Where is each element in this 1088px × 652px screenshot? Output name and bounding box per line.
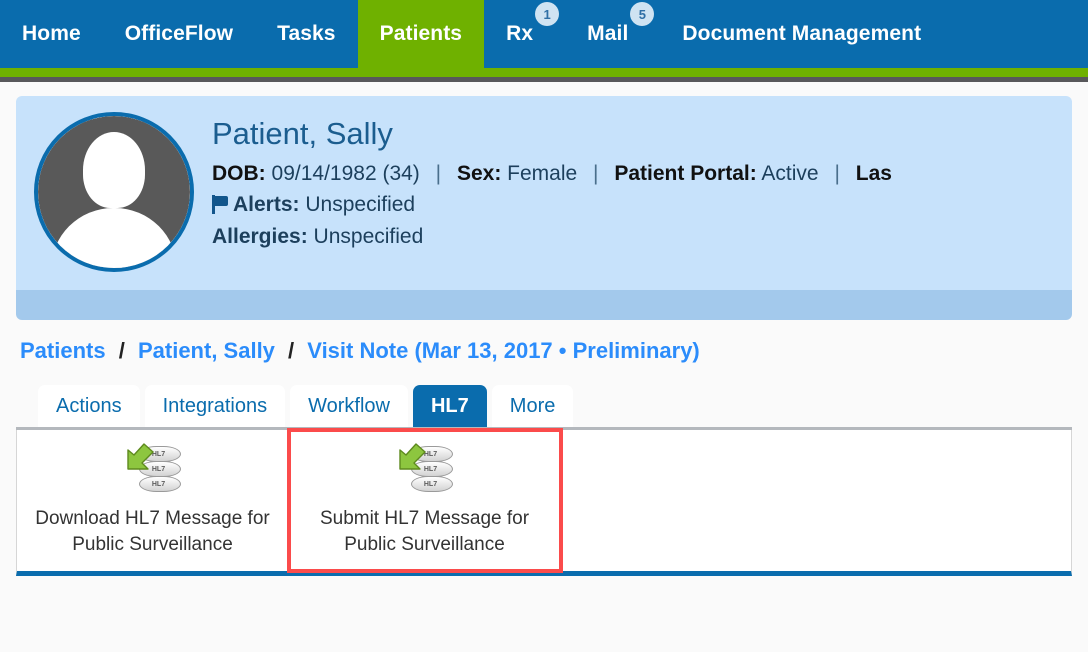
nav-shadow-strip [0,77,1088,82]
alerts-value: Unspecified [305,193,416,217]
nav-item-label: Document Management [682,22,922,45]
nav-item-document-management[interactable]: Document Management [660,0,943,68]
mail-badge-count: 5 [630,2,655,26]
hl7-icon-text: HL7 [151,481,166,488]
download-hl7-message-button[interactable]: HL7 HL7 HL7 Download HL7 Message for Pub… [17,430,289,571]
action-card-label: Submit HL7 Message for Public Surveillan… [319,508,530,555]
alerts-label: Alerts: [233,193,300,217]
patient-portal-label: Patient Portal: [614,161,757,185]
patient-alerts-line: Alerts: Unspecified [212,189,1054,221]
dob-value: 09/14/1982 (34) [271,161,420,185]
nav-item-rx[interactable]: Rx 1 [484,0,565,68]
nav-item-officeflow[interactable]: OfficeFlow [103,0,255,68]
field-separator: | [435,161,442,185]
main-navigation-bar: Home OfficeFlow Tasks Patients Rx 1 Mail… [0,0,1088,68]
allergies-label: Allergies: [212,224,308,248]
nav-item-mail[interactable]: Mail 5 [565,0,660,68]
nav-accent-strip [0,68,1088,77]
nav-item-label: OfficeFlow [124,22,234,45]
breadcrumb-separator: / [288,338,295,363]
hl7-database-submit-icon: HL7 HL7 HL7 [395,440,455,498]
breadcrumb: Patients / Patient, Sally / Visit Note (… [16,320,1072,364]
hl7-icon-text: HL7 [423,481,438,488]
allergies-value: Unspecified [313,224,424,248]
tab-more[interactable]: More [491,385,574,427]
action-card-label: Download HL7 Message for Public Surveill… [35,508,270,555]
nav-item-tasks[interactable]: Tasks [255,0,358,68]
rx-badge-count: 1 [535,2,560,26]
tab-label: HL7 [430,394,469,417]
breadcrumb-item-patient-sally[interactable]: Patient, Sally [138,338,275,363]
last-visit-label-truncated: Las [855,161,892,185]
hl7-actions-panel: HL7 HL7 HL7 Download HL7 Message for Pub… [16,428,1072,576]
dob-label: DOB: [212,161,266,185]
nav-item-label: Mail [587,22,629,45]
nav-item-patients[interactable]: Patients [357,0,485,68]
patient-portal-value: Active [761,161,819,185]
avatar [34,112,194,272]
patient-demographics-line: DOB: 09/14/1982 (34) | Sex: Female | Pat… [212,158,1054,190]
section-tab-bar: Actions Integrations Workflow HL7 More [16,385,1072,430]
breadcrumb-separator: / [118,338,125,363]
silhouette-head [83,132,145,208]
page-title: Patient, Sally [212,116,393,151]
tab-label: Actions [56,394,122,417]
tab-integrations[interactable]: Integrations [144,385,286,427]
tab-label: More [509,394,556,417]
green-arrow-icon [398,443,426,470]
patient-allergies-line: Allergies: Unspecified [212,221,1054,253]
sex-label: Sex: [456,161,502,185]
flag-icon [212,195,229,215]
breadcrumb-item-visit-note[interactable]: Visit Note (Mar 13, 2017 • Preliminary) [307,338,699,363]
nav-item-label: Rx [506,22,534,45]
patient-header-subbar [16,290,1072,320]
tab-actions[interactable]: Actions [38,385,140,427]
sex-value: Female [507,161,578,185]
patient-info: Patient, Sally DOB: 09/14/1982 (34) | Se… [212,112,1054,252]
nav-item-label: Tasks [277,22,336,45]
field-separator: | [834,161,840,185]
submit-hl7-message-button[interactable]: HL7 HL7 HL7 Submit HL7 Message for Publi… [287,428,563,573]
tab-workflow[interactable]: Workflow [290,385,408,427]
nav-item-label: Home [22,22,81,45]
nav-item-home[interactable]: Home [0,0,103,68]
green-arrow-icon [126,443,154,470]
tab-hl7[interactable]: HL7 [412,385,487,427]
breadcrumb-item-patients[interactable]: Patients [20,338,106,363]
field-separator: | [593,161,599,185]
tab-label: Integrations [162,394,268,417]
tab-label: Workflow [308,394,390,417]
hl7-database-download-icon: HL7 HL7 HL7 [123,440,183,498]
nav-item-label: Patients [379,22,463,45]
patient-header-card: Patient, Sally DOB: 09/14/1982 (34) | Se… [16,96,1072,290]
